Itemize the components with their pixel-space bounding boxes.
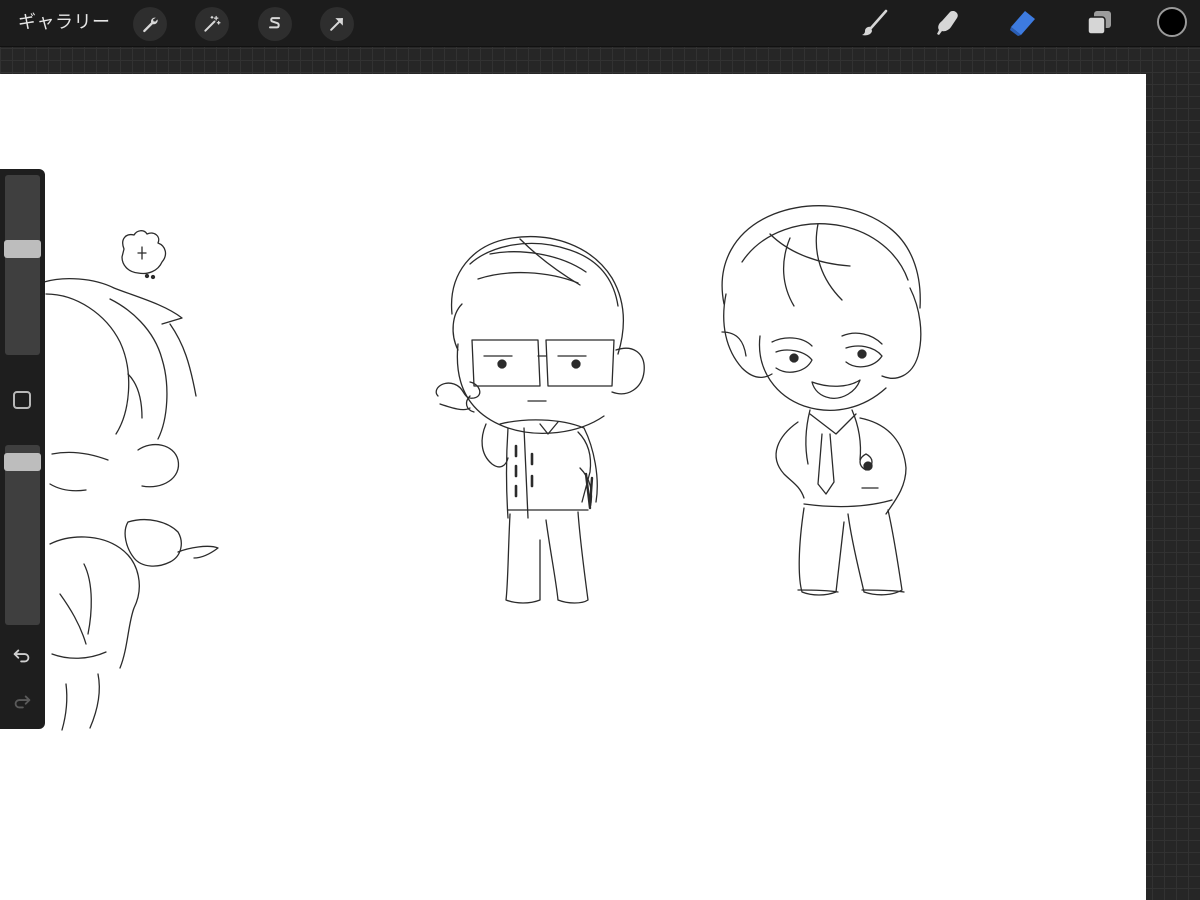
- middle-character-sketch: [435, 236, 645, 604]
- actions-button[interactable]: [133, 7, 167, 41]
- sketch-artwork: [43, 205, 922, 731]
- left-character-sketch: [43, 230, 219, 731]
- top-toolbar: ギャラリー: [0, 0, 1200, 47]
- eraser-icon: [1010, 11, 1035, 36]
- undo-icon: [13, 649, 30, 663]
- opacity-thumb[interactable]: [4, 453, 41, 471]
- brush-tool-button[interactable]: [857, 5, 893, 41]
- eraser-tool-button[interactable]: [1004, 5, 1040, 41]
- selection-button[interactable]: [258, 7, 292, 41]
- wrench-icon: [143, 17, 158, 33]
- drawing-canvas[interactable]: [0, 74, 1146, 900]
- brush-size-thumb[interactable]: [4, 240, 41, 258]
- modifier-square-icon[interactable]: [13, 391, 31, 409]
- layers-button[interactable]: [1081, 5, 1117, 41]
- opacity-slider[interactable]: [4, 445, 41, 625]
- color-picker-button[interactable]: [1157, 7, 1187, 37]
- undo-button[interactable]: [8, 643, 36, 667]
- selection-s-icon: [269, 17, 281, 29]
- brush-sidebar: [0, 169, 45, 729]
- redo-button[interactable]: [8, 689, 36, 713]
- transform-button[interactable]: [320, 7, 354, 41]
- brush-icon: [862, 9, 888, 36]
- right-character-sketch: [721, 205, 922, 596]
- smudge-icon: [937, 11, 958, 35]
- layers-icon: [1087, 11, 1111, 35]
- gallery-button[interactable]: ギャラリー: [18, 11, 111, 35]
- brush-size-slider[interactable]: [4, 175, 41, 355]
- arrow-cursor-icon: [330, 18, 343, 31]
- smudge-tool-button[interactable]: [929, 5, 965, 41]
- magic-wand-icon: [204, 15, 221, 32]
- redo-icon: [14, 695, 31, 709]
- adjustments-button[interactable]: [195, 7, 229, 41]
